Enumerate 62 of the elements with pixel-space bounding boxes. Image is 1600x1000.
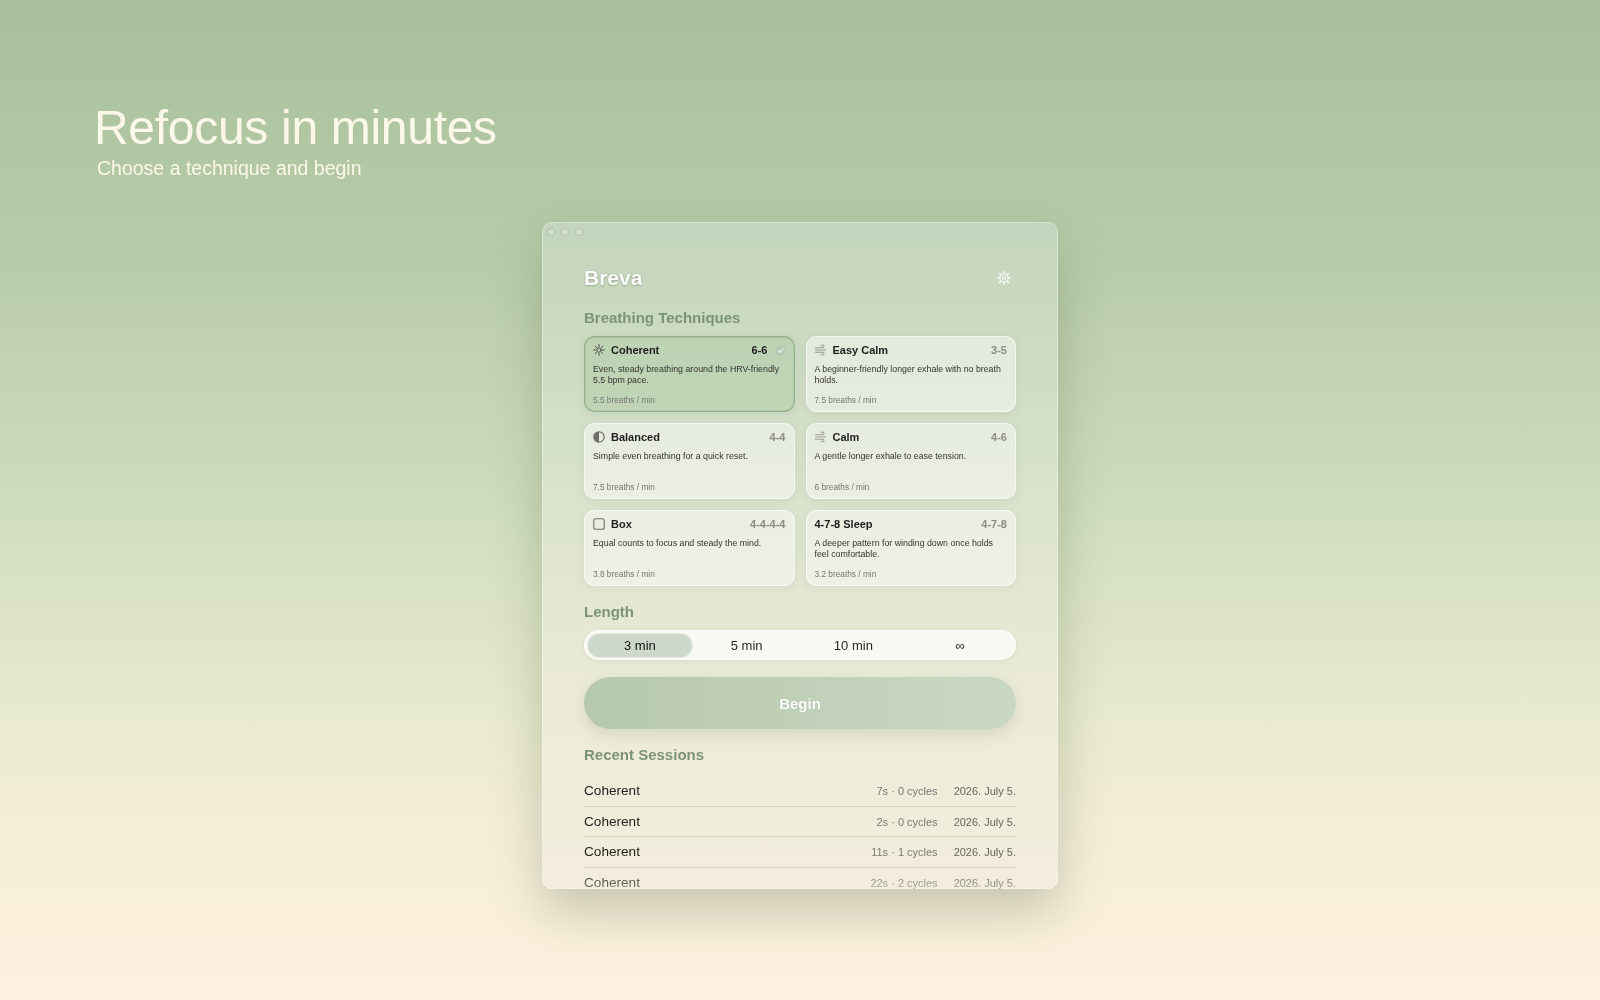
session-date: 2026. July 5. [953, 814, 1016, 830]
wind-icon [814, 344, 827, 356]
hero-title: Refocus in minutes [94, 100, 497, 156]
technique-name: Calm [832, 431, 861, 443]
session-name[interactable]: Coherent [584, 783, 640, 798]
technique-card[interactable]: Calm 4-6 A gentle longer exhale to ease tension. 6 breaths / min [805, 423, 1016, 499]
technique-pattern: 4-6 [991, 431, 1007, 443]
sun-icon [593, 344, 605, 356]
length-option[interactable]: ∞ [906, 632, 1014, 658]
technique-pattern: 3-5 [991, 344, 1007, 356]
length-option[interactable]: 5 min [693, 632, 800, 658]
technique-name: Coherent [611, 344, 661, 356]
length-option[interactable]: 3 min [586, 632, 694, 658]
hero-subtitle: Choose a technique and begin [97, 156, 362, 180]
technique-description: A gentle longer exhale to ease tension. [814, 450, 968, 462]
section-heading: Length [584, 602, 634, 622]
square-icon [593, 518, 605, 530]
technique-pattern: 4-4-4-4 [750, 518, 786, 530]
session-details: 11s · 1 cycles [871, 845, 938, 860]
session-date: 2026. July 5. [953, 875, 1016, 889]
minimize-button[interactable] [561, 228, 569, 236]
session-details: 2s · 0 cycles [876, 814, 938, 830]
technique-rate: 5.5 breaths / min [593, 395, 655, 406]
session-name[interactable]: Coherent [584, 813, 640, 829]
technique-name: Box [611, 518, 633, 530]
technique-rate: 3.8 breaths / min [593, 569, 655, 580]
section-heading: Breathing Techniques [584, 308, 741, 328]
technique-card[interactable]: Coherent 6-6 Even, steady breathing around the HRV-friendly 5.5 bpm pace. 5.5 breaths / min [584, 336, 795, 412]
technique-description: Simple even breathing for a quick reset. [593, 450, 749, 462]
technique-description: A beginner-friendly longer exhale with no breath holds. [814, 363, 1002, 387]
technique-name: 4-7-8 Sleep [814, 518, 874, 530]
technique-pattern: 4-7-8 [981, 518, 1007, 530]
check-circle-icon [774, 344, 786, 356]
session-name[interactable]: Coherent [584, 874, 640, 889]
technique-pattern: 4-4 [769, 431, 786, 443]
technique-description: Equal counts to focus and steady the mind. [593, 537, 763, 549]
technique-card[interactable]: Easy Calm 3-5 A beginner-friendly longer exhale with no breath holds. 7.5 breaths / min [805, 336, 1016, 412]
technique-name: Easy Calm [832, 344, 890, 356]
technique-card[interactable]: 4-7-8 Sleep 4-7-8 A deeper pattern for winding down once holds feel comfortable. 3.2 breaths / min [805, 510, 1016, 586]
length-option[interactable]: 10 min [800, 632, 907, 658]
technique-rate: 7.5 breaths / min [814, 395, 877, 406]
session-name[interactable]: Coherent [584, 844, 640, 859]
session-details: 7s · 0 cycles [876, 784, 938, 799]
technique-rate: 6 breaths / min [814, 482, 870, 493]
session-details: 22s · 2 cycles [870, 875, 938, 889]
technique-rate: 7.5 breaths / min [593, 482, 655, 493]
session-date: 2026. July 5. [953, 845, 1016, 860]
technique-rate: 3.2 breaths / min [814, 569, 877, 580]
zoom-button[interactable] [575, 228, 583, 236]
settings-icon[interactable] [997, 271, 1011, 285]
app-title: Breva [584, 265, 643, 291]
technique-name: Balanced [611, 431, 661, 443]
technique-description: Even, steady breathing around the HRV-friendly 5.5 bpm pace. [593, 363, 781, 387]
technique-pattern: 6-6 [751, 344, 768, 356]
technique-card[interactable]: Box 4-4-4-4 Equal counts to focus and steady the mind. 3.8 breaths / min [584, 510, 795, 586]
wind-icon [814, 431, 827, 443]
close-button[interactable] [547, 228, 555, 236]
technique-description: A deeper pattern for winding down once holds feel comfortable. [814, 537, 994, 561]
section-heading: Recent Sessions [584, 745, 705, 765]
half-circle-icon [593, 431, 605, 443]
session-date: 2026. July 5. [953, 784, 1016, 799]
technique-card[interactable]: Balanced 4-4 Simple even breathing for a quick reset. 7.5 breaths / min [584, 423, 795, 499]
